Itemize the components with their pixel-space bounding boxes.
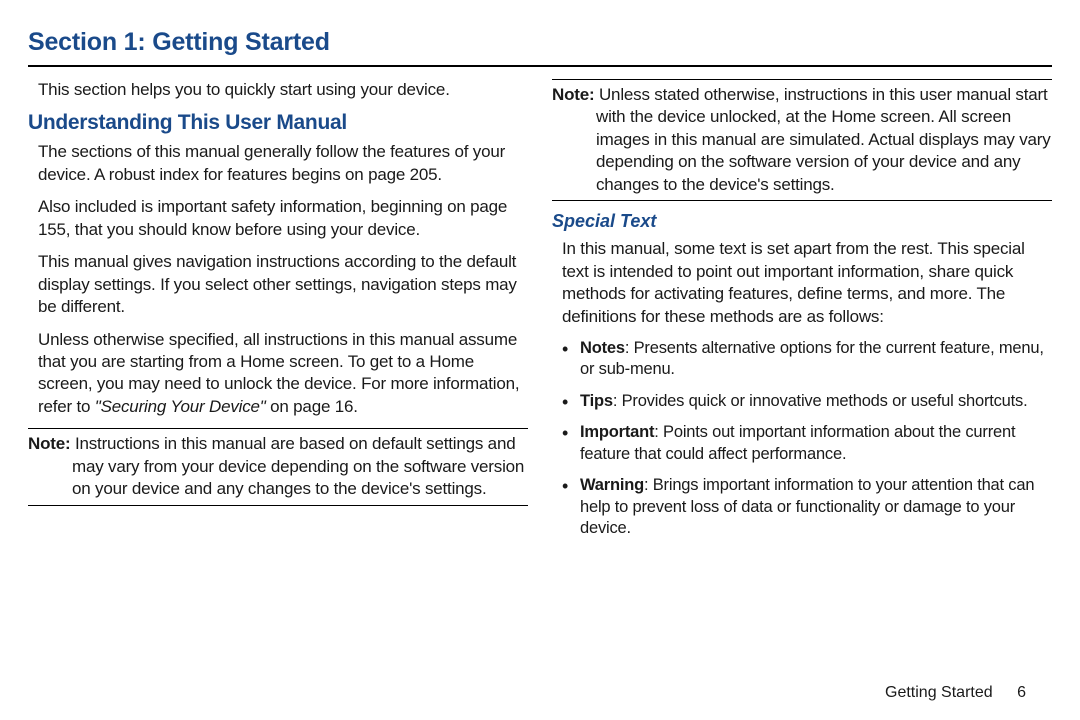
- note-rule-bottom-right: [552, 200, 1052, 201]
- note-body: Instructions in this manual are based on…: [72, 434, 524, 498]
- subsection-heading: Understanding This User Manual: [28, 111, 528, 135]
- body-paragraph-with-ref: Unless otherwise specified, all instruct…: [38, 329, 528, 419]
- note-rule-top: [28, 428, 528, 429]
- note-label: Note:: [28, 434, 70, 453]
- bullet-label: Tips: [580, 392, 613, 410]
- intro-paragraph: This section helps you to quickly start …: [38, 79, 528, 101]
- body-paragraph: This manual gives navigation instruction…: [38, 251, 528, 318]
- bullet-text: : Presents alternative options for the c…: [580, 339, 1044, 378]
- bullet-label: Important: [580, 423, 654, 441]
- note-block-2: Note: Unless stated otherwise, instructi…: [552, 84, 1052, 196]
- ref-post: on page 16.: [266, 397, 358, 416]
- page-footer: Getting Started 6: [28, 680, 1052, 702]
- note-rule-bottom: [28, 505, 528, 506]
- ref-italic: "Securing Your Device": [95, 397, 266, 416]
- note-label: Note:: [552, 85, 594, 104]
- manual-page: Section 1: Getting Started This section …: [0, 0, 1080, 720]
- bullet-text: : Provides quick or innovative methods o…: [613, 392, 1028, 410]
- section-title: Section 1: Getting Started: [28, 28, 1052, 57]
- list-item: Warning: Brings important information to…: [562, 475, 1052, 539]
- right-column: Note: Unless stated otherwise, instructi…: [552, 75, 1052, 680]
- list-item: Notes: Presents alternative options for …: [562, 338, 1052, 381]
- two-column-layout: This section helps you to quickly start …: [28, 75, 1052, 680]
- note-block-1: Note: Instructions in this manual are ba…: [28, 433, 528, 500]
- special-text-intro: In this manual, some text is set apart f…: [562, 238, 1052, 328]
- definition-list: Notes: Presents alternative options for …: [562, 338, 1052, 540]
- body-paragraph: Also included is important safety inform…: [38, 196, 528, 241]
- title-rule: [28, 65, 1052, 67]
- note-rule-top-right: [552, 79, 1052, 80]
- body-paragraph: The sections of this manual generally fo…: [38, 141, 528, 186]
- footer-section-name: Getting Started: [885, 684, 993, 701]
- note-body: Unless stated otherwise, instructions in…: [596, 85, 1051, 194]
- bullet-label: Warning: [580, 476, 644, 494]
- bullet-text: : Brings important information to your a…: [580, 476, 1034, 537]
- footer-page-number: 6: [1017, 684, 1026, 701]
- bullet-label: Notes: [580, 339, 625, 357]
- list-item: Important: Points out important informat…: [562, 422, 1052, 465]
- left-column: This section helps you to quickly start …: [28, 75, 528, 680]
- list-item: Tips: Provides quick or innovative metho…: [562, 391, 1052, 412]
- subheading-special-text: Special Text: [552, 211, 1052, 232]
